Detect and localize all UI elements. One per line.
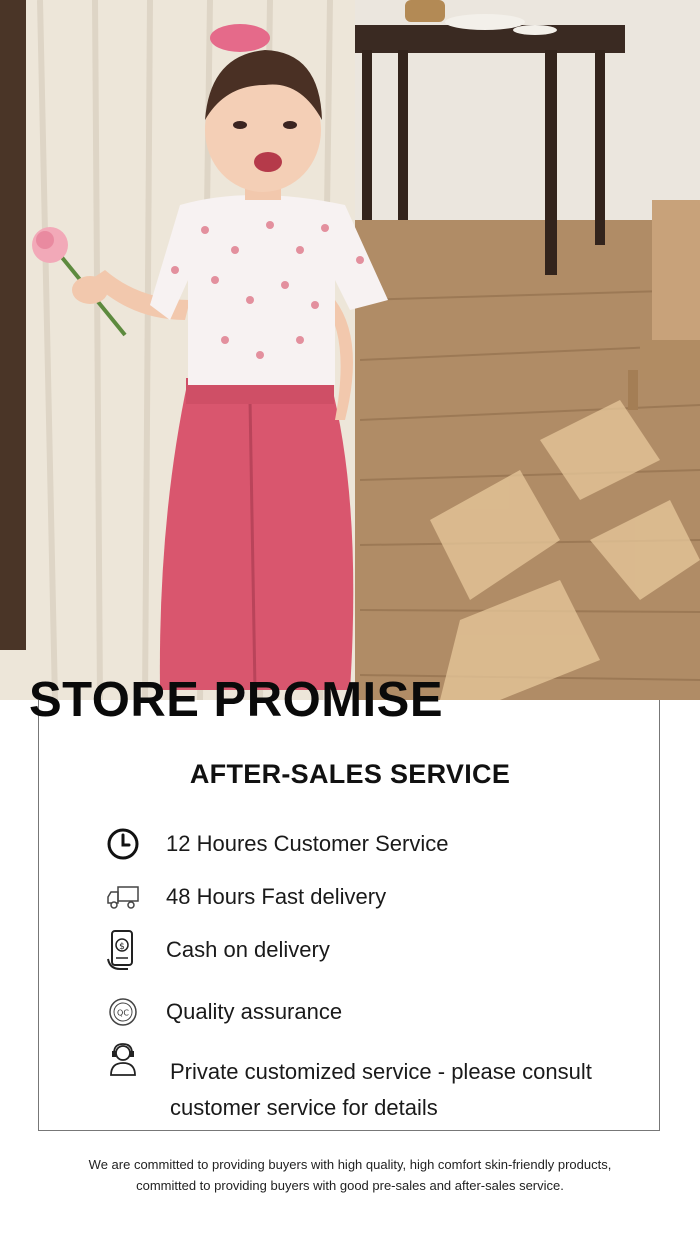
commitment-note-line-1: We are committed to providing buyers wit… — [88, 1157, 612, 1172]
svg-text:$: $ — [119, 942, 125, 952]
store-promise-title: STORE PROMISE — [29, 673, 444, 727]
commitment-note: We are committed to providing buyers wit… — [40, 1154, 660, 1196]
clock-icon — [106, 827, 140, 861]
product-photo — [0, 0, 700, 700]
service-item-customer-service: 12 Houres Customer Service — [106, 826, 448, 862]
service-item-label: Private customized service - please cons… — [170, 1059, 592, 1120]
service-item-quality-assurance: QC Quality assurance — [106, 994, 342, 1030]
service-item-label: 12 Houres Customer Service — [166, 831, 449, 856]
service-item-label: Cash on delivery — [166, 937, 330, 962]
headset-agent-icon — [106, 1042, 140, 1076]
service-item-customized-service: Private customized service - please cons… — [106, 1042, 610, 1126]
service-item-cash-on-delivery: $ Cash on delivery — [106, 930, 330, 970]
after-sales-heading: AFTER-SALES SERVICE — [189, 759, 511, 789]
service-item-label: Quality assurance — [166, 999, 343, 1024]
delivery-truck-icon — [106, 880, 140, 914]
commitment-note-line-2: committed to providing buyers with good … — [136, 1178, 564, 1193]
service-item-label: 48 Hours Fast delivery — [166, 884, 387, 909]
svg-text:QC: QC — [117, 1009, 129, 1018]
product-photo-illustration — [0, 0, 700, 700]
phone-payment-icon: $ — [106, 930, 140, 970]
service-item-fast-delivery: 48 Hours Fast delivery — [106, 879, 386, 915]
qc-badge-icon: QC — [106, 995, 140, 1029]
